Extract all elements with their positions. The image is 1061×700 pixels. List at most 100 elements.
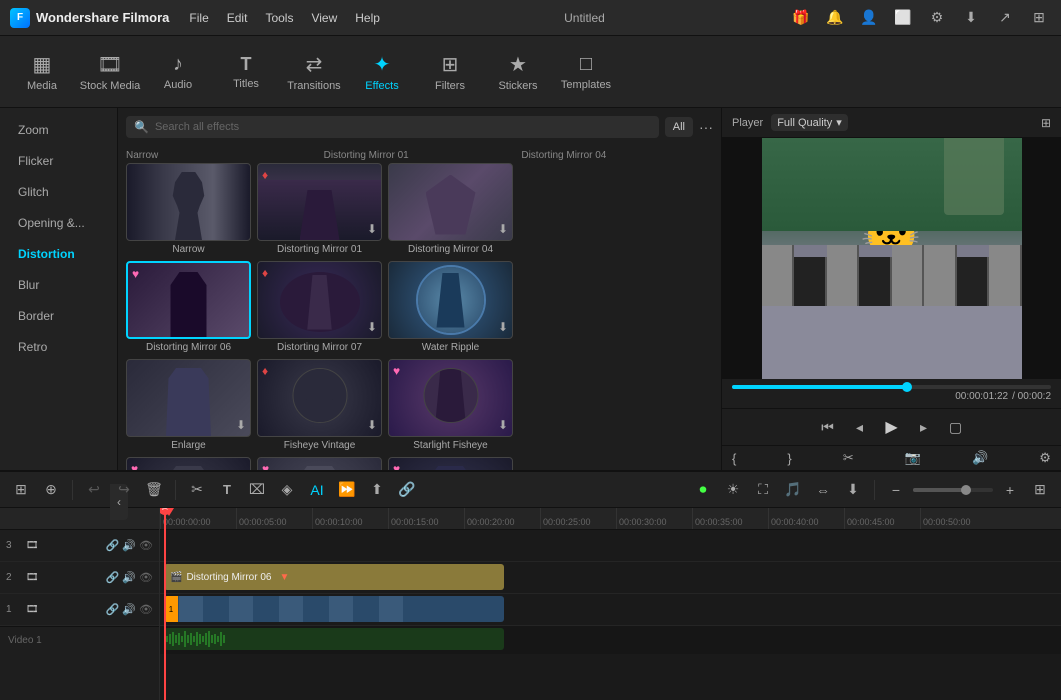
- effect-starlight[interactable]: ♥ ⬇ Starlight Fisheye: [388, 359, 513, 451]
- tool-stickers[interactable]: ★ Stickers: [486, 40, 550, 104]
- tool-stock[interactable]: 🎞 Stock Media: [78, 40, 142, 104]
- effect-clip[interactable]: 🎬 Distorting Mirror 06 ▼: [164, 564, 504, 590]
- video-clip[interactable]: 1: [164, 596, 504, 622]
- tool-media[interactable]: ▦ Media: [10, 40, 74, 104]
- track3-audio-icon[interactable]: 🔊: [122, 539, 136, 552]
- tool-audio[interactable]: ♪ Audio: [146, 40, 210, 104]
- sidebar-item-blur[interactable]: Blur: [4, 270, 113, 300]
- download-icon[interactable]: ⬇: [959, 6, 983, 30]
- effect-lens03[interactable]: ♥ + Fisheye Lens 03: [388, 457, 513, 470]
- quality-chevron-icon: ▾: [836, 116, 842, 129]
- thumb1: [179, 596, 203, 622]
- effect-starlight-label: Starlight Fisheye: [388, 440, 513, 451]
- tl-zoom-minus-btn[interactable]: −: [883, 477, 909, 503]
- search-input[interactable]: [155, 121, 651, 133]
- tl-color-btn[interactable]: ☀: [720, 477, 746, 503]
- snapshot-btn[interactable]: 📷: [905, 450, 921, 466]
- tl-zoom-plus-btn[interactable]: +: [997, 477, 1023, 503]
- tl-crop2-btn[interactable]: ⛶: [750, 477, 776, 503]
- sidebar-item-flicker[interactable]: Flicker: [4, 146, 113, 176]
- effect-lens02[interactable]: ♥ Fisheye Lens 02: [257, 457, 382, 470]
- progress-bar[interactable]: [732, 385, 1051, 389]
- sidebar-item-opening[interactable]: Opening &...: [4, 208, 113, 238]
- account-icon[interactable]: 👤: [857, 6, 881, 30]
- sidebar-item-glitch[interactable]: Glitch: [4, 177, 113, 207]
- track2-audio-icon[interactable]: 🔊: [122, 571, 136, 584]
- tl-rec-btn[interactable]: ⏺: [690, 477, 716, 503]
- tl-cut-btn[interactable]: ✂: [184, 477, 210, 503]
- settings-icon[interactable]: ⚙: [925, 6, 949, 30]
- effect-enlarge[interactable]: ⬇ Enlarge: [126, 359, 251, 451]
- tool-titles[interactable]: T Titles: [214, 40, 278, 104]
- tl-text-btn[interactable]: T: [214, 477, 240, 503]
- player-layout-icon[interactable]: ⊞: [1041, 116, 1051, 130]
- play-btn[interactable]: ▶: [880, 415, 904, 439]
- tool-templates[interactable]: □ Templates: [554, 40, 618, 104]
- tl-link-btn[interactable]: 🔗: [394, 477, 420, 503]
- tool-effects[interactable]: ✦ Effects: [350, 40, 414, 104]
- gift-icon[interactable]: 🎁: [789, 6, 813, 30]
- track2-eye-icon[interactable]: 👁: [139, 571, 153, 584]
- effect-mirror06[interactable]: ♥ Distorting Mirror 06: [126, 261, 251, 353]
- filter-all-button[interactable]: All: [665, 117, 693, 137]
- tool-transitions[interactable]: ⇄ Transitions: [282, 40, 346, 104]
- thumb4: [254, 596, 278, 622]
- grid-icon[interactable]: ⊞: [1027, 6, 1051, 30]
- track2-link-icon[interactable]: 🔗: [106, 571, 120, 584]
- tl-zoom-slider[interactable]: [913, 488, 993, 492]
- menu-help[interactable]: Help: [355, 11, 380, 25]
- effect-fisheye-vintage[interactable]: ♦ ⬇ Fisheye Vintage: [257, 359, 382, 451]
- tl-export2-btn[interactable]: ⬆: [364, 477, 390, 503]
- effect-mirror04[interactable]: ⬇ Distorting Mirror 04: [388, 163, 513, 255]
- menu-file[interactable]: File: [189, 11, 208, 25]
- cut-btn[interactable]: ✂: [843, 450, 854, 466]
- tl-crop-btn[interactable]: ⌧: [244, 477, 270, 503]
- tl-export3-btn[interactable]: ⬇: [840, 477, 866, 503]
- track1-eye-icon[interactable]: 👁: [139, 603, 153, 616]
- notification-icon[interactable]: 🔔: [823, 6, 847, 30]
- more-options-button[interactable]: ···: [699, 119, 713, 135]
- step-back-btn[interactable]: ◂: [848, 415, 872, 439]
- tl-right-controls: ⏺ ☀ ⛶ 🎵 ⇔ ⬇ − + ⊞: [690, 477, 1053, 503]
- tl-mask-btn[interactable]: ◈: [274, 477, 300, 503]
- menu-edit[interactable]: Edit: [227, 11, 248, 25]
- mark-in-btn[interactable]: {: [732, 451, 736, 466]
- tl-speed-btn[interactable]: ⏩: [334, 477, 360, 503]
- quality-select[interactable]: Full Quality ▾: [771, 114, 848, 131]
- track1-audio-icon[interactable]: 🔊: [122, 603, 136, 616]
- tl-ai-btn[interactable]: AI: [304, 477, 330, 503]
- tl-undo-btn[interactable]: ↩: [81, 477, 107, 503]
- tl-audio2-btn[interactable]: 🎵: [780, 477, 806, 503]
- step-forward-btn[interactable]: ▸: [912, 415, 936, 439]
- rewind-btn[interactable]: ⏮: [816, 415, 840, 439]
- track3-eye-icon[interactable]: 👁: [139, 539, 153, 552]
- effect-lens01[interactable]: ♥ Fisheye Lens 01: [126, 457, 251, 470]
- menu-view[interactable]: View: [311, 11, 337, 25]
- effect-mirror01[interactable]: ♦ ⬇ Distorting Mirror 01: [257, 163, 382, 255]
- sidebar-item-zoom[interactable]: Zoom: [4, 115, 113, 145]
- tl-delete-btn[interactable]: 🗑: [141, 477, 167, 503]
- ruler-mark-5: 00:00:25:00: [540, 508, 616, 529]
- tl-split-btn[interactable]: ⇔: [810, 477, 836, 503]
- sidebar-item-border[interactable]: Border: [4, 301, 113, 331]
- tl-grid2-btn[interactable]: ⊞: [1027, 477, 1053, 503]
- tl-magnet-btn[interactable]: ⊕: [38, 477, 64, 503]
- effect-water-ripple[interactable]: ⬇ Water Ripple: [388, 261, 513, 353]
- tl-scene-btn[interactable]: ⊞: [8, 477, 34, 503]
- mark-out-btn[interactable]: }: [787, 451, 791, 466]
- effect-narrow[interactable]: Narrow: [126, 163, 251, 255]
- sidebar-item-retro[interactable]: Retro: [4, 332, 113, 362]
- tool-filters[interactable]: ⊞ Filters: [418, 40, 482, 104]
- sidebar-item-distortion[interactable]: Distortion: [4, 239, 113, 269]
- track1-link-icon[interactable]: 🔗: [106, 603, 120, 616]
- share-icon[interactable]: ↗: [993, 6, 1017, 30]
- effect-mirror07[interactable]: ♦ ⬇ Distorting Mirror 07: [257, 261, 382, 353]
- settings-extra-btn[interactable]: ⚙: [1039, 450, 1051, 466]
- menu-tools[interactable]: Tools: [265, 11, 293, 25]
- screen-icon[interactable]: ⬜: [891, 6, 915, 30]
- tl-redo-btn[interactable]: ↪: [111, 477, 137, 503]
- filters-icon: ⊞: [442, 52, 459, 77]
- fullscreen-btn[interactable]: ▢: [944, 415, 968, 439]
- track3-link-icon[interactable]: 🔗: [106, 539, 120, 552]
- audio-btn[interactable]: 🔊: [972, 450, 988, 466]
